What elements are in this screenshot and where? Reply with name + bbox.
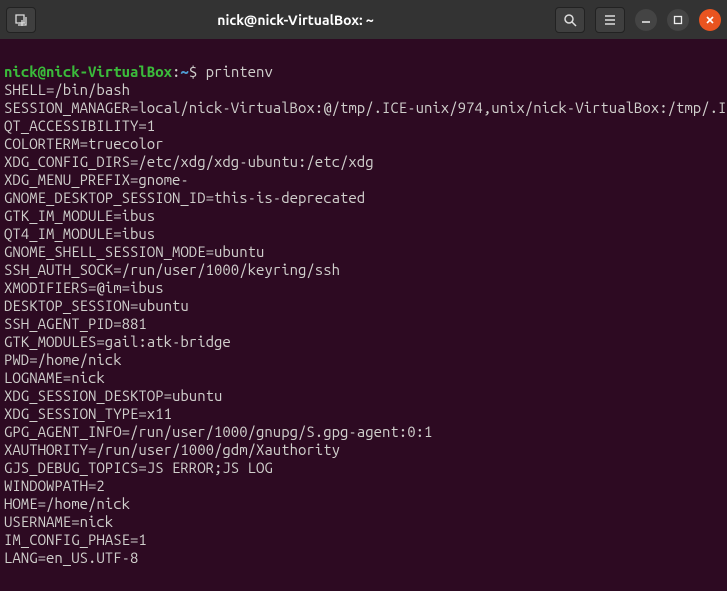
- env-line: GJS_DEBUG_TOPICS=JS ERROR;JS LOG: [4, 459, 723, 477]
- prompt-user-host: nick@nick-VirtualBox: [4, 63, 172, 80]
- env-line: USERNAME=nick: [4, 513, 723, 531]
- env-line: HOME=/home/nick: [4, 495, 723, 513]
- env-line: XDG_SESSION_TYPE=x11: [4, 405, 723, 423]
- env-line: SHELL=/bin/bash: [4, 81, 723, 99]
- env-line: PWD=/home/nick: [4, 351, 723, 369]
- menu-button[interactable]: [595, 7, 625, 33]
- env-line: XMODIFIERS=@im=ibus: [4, 279, 723, 297]
- env-line: XDG_MENU_PREFIX=gnome-: [4, 171, 723, 189]
- close-icon: [705, 15, 715, 25]
- search-button[interactable]: [555, 7, 585, 33]
- env-line: SSH_AUTH_SOCK=/run/user/1000/keyring/ssh: [4, 261, 723, 279]
- prompt-path: ~: [180, 63, 188, 80]
- env-line: QT_ACCESSIBILITY=1: [4, 117, 723, 135]
- maximize-button[interactable]: [667, 9, 689, 31]
- window-titlebar: nick@nick-VirtualBox: ~: [0, 0, 727, 39]
- env-line: DESKTOP_SESSION=ubuntu: [4, 297, 723, 315]
- prompt-line: nick@nick-VirtualBox:~$ printenv: [4, 63, 273, 80]
- env-line: XDG_SESSION_DESKTOP=ubuntu: [4, 387, 723, 405]
- env-line: GNOME_DESKTOP_SESSION_ID=this-is-depreca…: [4, 189, 723, 207]
- minimize-button[interactable]: [635, 9, 657, 31]
- env-line: SSH_AGENT_PID=881: [4, 315, 723, 333]
- hamburger-icon: [603, 13, 617, 27]
- env-line: GTK_IM_MODULE=ibus: [4, 207, 723, 225]
- search-icon: [563, 13, 577, 27]
- env-line: IM_CONFIG_PHASE=1: [4, 531, 723, 549]
- env-line: LANG=en_US.UTF-8: [4, 549, 723, 567]
- prompt-symbol: $: [189, 63, 197, 80]
- terminal-output[interactable]: nick@nick-VirtualBox:~$ printenv SHELL=/…: [0, 39, 727, 591]
- env-line: COLORTERM=truecolor: [4, 135, 723, 153]
- command-text: printenv: [206, 63, 273, 80]
- env-line: XAUTHORITY=/run/user/1000/gdm/Xauthority: [4, 441, 723, 459]
- maximize-icon: [673, 15, 683, 25]
- env-line: GPG_AGENT_INFO=/run/user/1000/gnupg/S.gp…: [4, 423, 723, 441]
- env-line: SESSION_MANAGER=local/nick-VirtualBox:@/…: [4, 99, 723, 117]
- env-line: GNOME_SHELL_SESSION_MODE=ubuntu: [4, 243, 723, 261]
- close-button[interactable]: [699, 9, 721, 31]
- env-line: XDG_CONFIG_DIRS=/etc/xdg/xdg-ubuntu:/etc…: [4, 153, 723, 171]
- env-line: WINDOWPATH=2: [4, 477, 723, 495]
- env-line: GTK_MODULES=gail:atk-bridge: [4, 333, 723, 351]
- env-line: QT4_IM_MODULE=ibus: [4, 225, 723, 243]
- new-tab-button[interactable]: [6, 7, 36, 33]
- window-title: nick@nick-VirtualBox: ~: [42, 12, 549, 28]
- env-line: LOGNAME=nick: [4, 369, 723, 387]
- minimize-icon: [641, 15, 651, 25]
